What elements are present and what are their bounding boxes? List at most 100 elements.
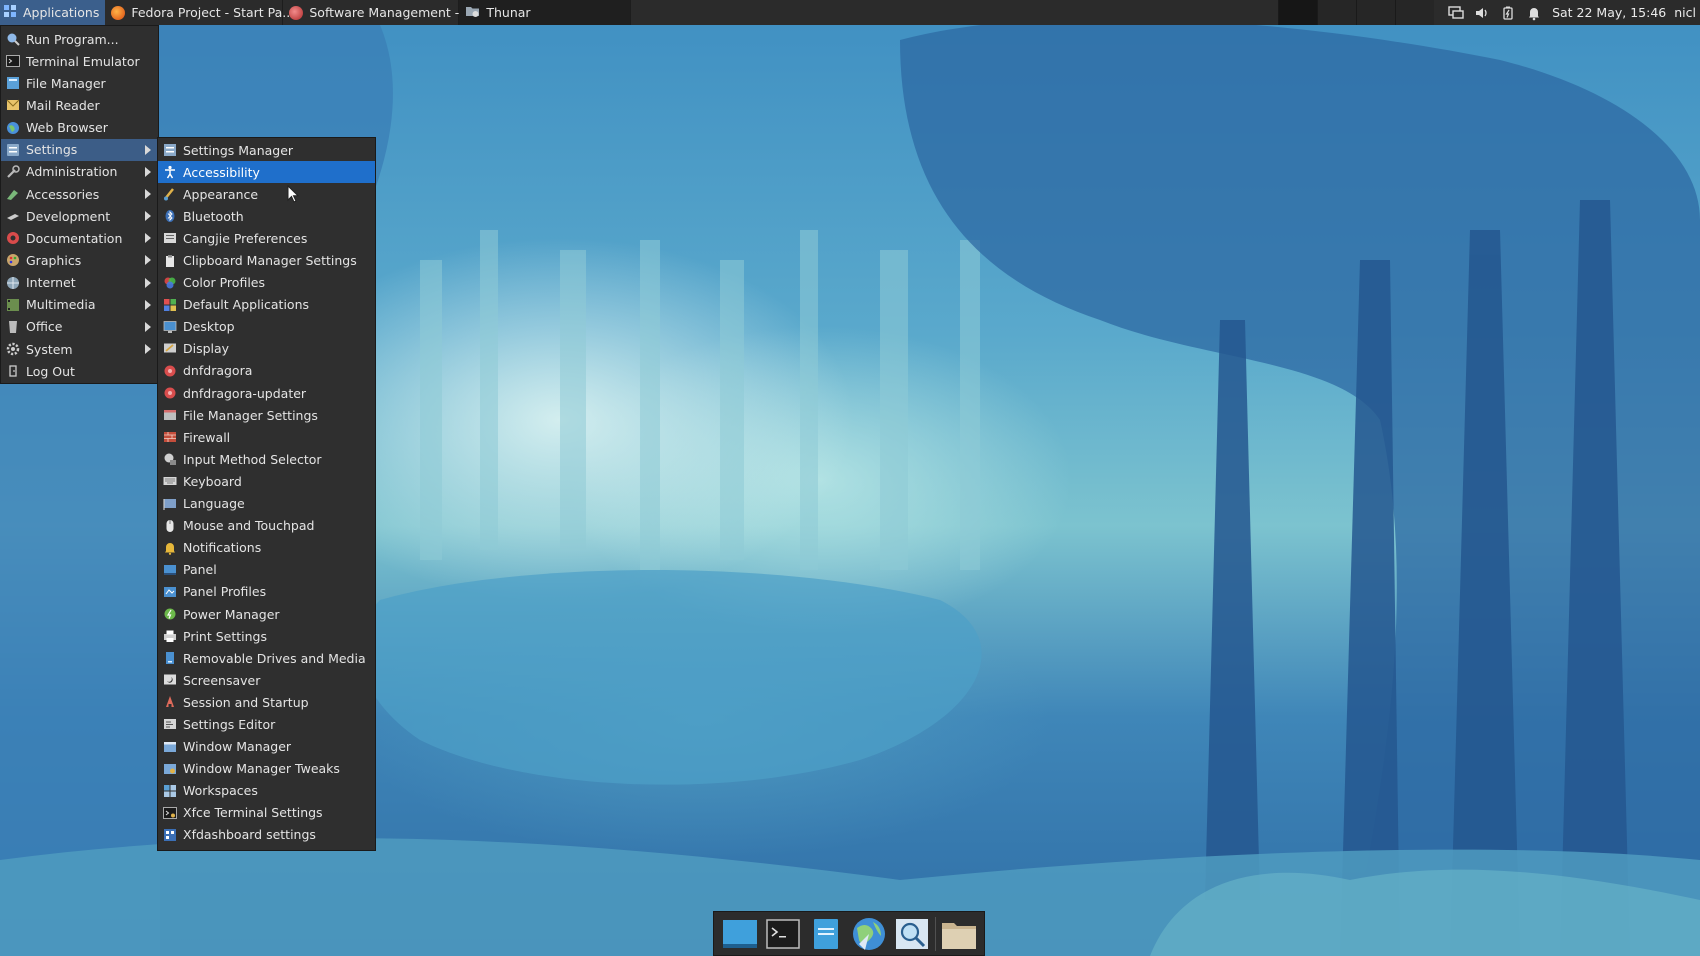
settings-item-bluetooth[interactable]: Bluetooth xyxy=(158,205,375,227)
menu-item-web-browser[interactable]: Web Browser xyxy=(1,117,158,139)
dock-app-finder[interactable] xyxy=(892,915,932,953)
settings-item-mouse-and-touchpad[interactable]: Mouse and Touchpad xyxy=(158,515,375,537)
applications-menu-button[interactable]: Applications xyxy=(0,0,106,25)
settings-item-window-manager-tweaks[interactable]: Window Manager Tweaks xyxy=(158,758,375,780)
menu-item-label: Multimedia xyxy=(26,297,96,313)
dock-file-manager[interactable] xyxy=(806,915,846,953)
submenu-arrow-icon xyxy=(145,189,151,200)
help-lifebuoy-icon xyxy=(6,231,20,245)
settings-item-notifications[interactable]: Notifications xyxy=(158,537,375,559)
settings-item-screensaver[interactable]: Screensaver xyxy=(158,669,375,691)
menu-item-label: Mail Reader xyxy=(26,97,100,113)
panel-user-name[interactable]: nicl xyxy=(1674,5,1700,20)
panel-clock[interactable]: Sat 22 May, 15:46 xyxy=(1552,5,1674,20)
settings-item-workspaces[interactable]: Workspaces xyxy=(158,780,375,802)
menu-item-office[interactable]: Office xyxy=(1,316,158,338)
power-battery-icon[interactable] xyxy=(1500,5,1516,21)
settings-item-session-and-startup[interactable]: Session and Startup xyxy=(158,691,375,713)
language-flag-icon xyxy=(163,497,177,511)
folder-icon xyxy=(941,922,976,949)
menu-item-label: Language xyxy=(183,496,245,512)
settings-item-xfce-terminal-settings[interactable]: Xfce Terminal Settings xyxy=(158,802,375,824)
dock-show-desktop[interactable] xyxy=(720,915,760,953)
show-desktop-icon xyxy=(722,919,757,948)
notification-bell-icon[interactable] xyxy=(1526,5,1542,21)
menu-item-terminal-emulator[interactable]: Terminal Emulator xyxy=(1,50,158,72)
menu-item-label: Web Browser xyxy=(26,120,108,136)
menu-item-graphics[interactable]: Graphics xyxy=(1,249,158,271)
settings-item-input-method-selector[interactable]: Input Method Selector xyxy=(158,448,375,470)
menu-item-label: Display xyxy=(183,341,230,357)
settings-item-print-settings[interactable]: Print Settings xyxy=(158,625,375,647)
volume-icon[interactable] xyxy=(1474,5,1490,21)
settings-item-clipboard-manager-settings[interactable]: Clipboard Manager Settings xyxy=(158,249,375,271)
settings-item-default-applications[interactable]: Default Applications xyxy=(158,294,375,316)
settings-item-removable-drives-and-media[interactable]: Removable Drives and Media xyxy=(158,647,375,669)
taskbar-item-thunar[interactable]: Thunar xyxy=(459,0,632,25)
workspace-1[interactable] xyxy=(1278,0,1318,25)
menu-item-label: Office xyxy=(26,319,63,335)
submenu-arrow-icon xyxy=(145,344,151,355)
settings-item-panel-profiles[interactable]: Panel Profiles xyxy=(158,581,375,603)
settings-item-cangjie-preferences[interactable]: Cangjie Preferences xyxy=(158,227,375,249)
menu-item-label: Removable Drives and Media xyxy=(183,650,366,666)
session-startup-icon xyxy=(163,695,177,709)
workspace-4[interactable] xyxy=(1395,0,1435,25)
workspace-switcher[interactable] xyxy=(1278,0,1435,25)
settings-item-xfdashboard-settings[interactable]: Xfdashboard settings xyxy=(158,824,375,846)
dnfdragora-icon xyxy=(289,5,304,20)
menu-item-label: System xyxy=(26,341,73,357)
settings-item-window-manager[interactable]: Window Manager xyxy=(158,736,375,758)
system-gear-icon xyxy=(6,342,20,356)
xfce-logo-icon xyxy=(3,4,17,21)
settings-item-panel[interactable]: Panel xyxy=(158,559,375,581)
settings-item-display[interactable]: Display xyxy=(158,338,375,360)
menu-item-run-program[interactable]: Run Program... xyxy=(1,28,158,50)
dock-home-folder[interactable] xyxy=(939,915,979,953)
settings-item-accessibility[interactable]: Accessibility xyxy=(158,161,375,184)
settings-item-firewall[interactable]: Firewall xyxy=(158,426,375,448)
settings-item-keyboard[interactable]: Keyboard xyxy=(158,470,375,492)
settings-item-dnfdragora-updater[interactable]: dnfdragora-updater xyxy=(158,382,375,404)
search-magnifier-icon xyxy=(895,918,928,949)
menu-item-documentation[interactable]: Documentation xyxy=(1,227,158,249)
menu-item-label: Accessories xyxy=(26,186,100,202)
settings-item-settings-editor[interactable]: Settings Editor xyxy=(158,713,375,735)
settings-item-file-manager-settings[interactable]: File Manager Settings xyxy=(158,404,375,426)
settings-item-power-manager[interactable]: Power Manager xyxy=(158,603,375,625)
network-monitor-icon[interactable] xyxy=(1448,5,1464,21)
menu-item-label: Power Manager xyxy=(183,606,280,622)
file-manager-icon xyxy=(813,918,838,949)
menu-item-label: Documentation xyxy=(26,230,123,246)
menu-item-log-out[interactable]: Log Out xyxy=(1,360,158,382)
settings-item-dnfdragora[interactable]: dnfdragora xyxy=(158,360,375,382)
workspace-3[interactable] xyxy=(1356,0,1396,25)
menu-item-label: Bluetooth xyxy=(183,208,244,224)
settings-item-desktop[interactable]: Desktop xyxy=(158,316,375,338)
menu-item-accessories[interactable]: Accessories xyxy=(1,183,158,205)
firewall-icon xyxy=(163,430,177,444)
menu-item-label: Internet xyxy=(26,275,76,291)
menu-item-mail-reader[interactable]: Mail Reader xyxy=(1,94,158,116)
workspace-2[interactable] xyxy=(1317,0,1357,25)
menu-item-label: Default Applications xyxy=(183,297,310,313)
menu-item-system[interactable]: System xyxy=(1,338,158,360)
settings-item-color-profiles[interactable]: Color Profiles xyxy=(158,272,375,294)
settings-item-language[interactable]: Language xyxy=(158,493,375,515)
taskbar-item-software-management[interactable]: Software Management -... xyxy=(283,0,471,25)
dock-web-browser[interactable] xyxy=(849,915,889,953)
menu-item-multimedia[interactable]: Multimedia xyxy=(1,294,158,316)
dock-terminal[interactable] xyxy=(763,915,803,953)
menu-item-development[interactable]: Development xyxy=(1,205,158,227)
menu-item-internet[interactable]: Internet xyxy=(1,272,158,294)
menu-item-file-manager[interactable]: File Manager xyxy=(1,72,158,94)
multimedia-film-icon xyxy=(6,298,20,312)
power-manager-icon xyxy=(163,607,177,621)
taskbar-item-fedora[interactable]: Fedora Project - Start Pa... xyxy=(105,0,294,25)
menu-item-settings[interactable]: Settings xyxy=(1,138,158,161)
menu-item-label: File Manager Settings xyxy=(183,407,318,423)
settings-item-appearance[interactable]: Appearance xyxy=(158,183,375,205)
settings-item-settings-manager[interactable]: Settings Manager xyxy=(158,139,375,161)
menu-item-label: Appearance xyxy=(183,186,259,202)
menu-item-administration[interactable]: Administration xyxy=(1,161,158,183)
